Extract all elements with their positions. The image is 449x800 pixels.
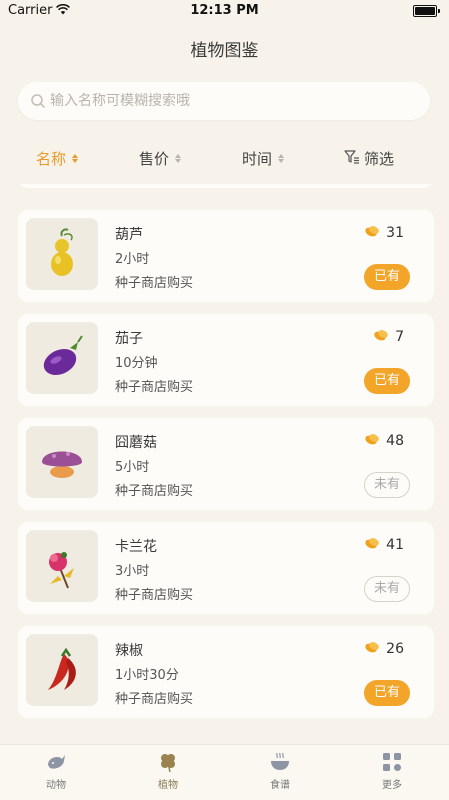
tab-animals[interactable]: 动物: [26, 751, 86, 791]
page-title: 植物图鉴: [190, 41, 259, 61]
search-bar[interactable]: [18, 82, 430, 120]
plant-price: 7: [373, 328, 404, 346]
grow-duration: 3小时: [115, 564, 150, 579]
sort-price-label: 售价: [139, 150, 170, 168]
plant-name: 茄子: [115, 331, 143, 347]
coin-icon: [364, 432, 380, 450]
mushroom-icon: [26, 426, 98, 498]
grow-duration: 2小时: [115, 252, 150, 267]
plant-name: 葫芦: [115, 227, 143, 243]
search-icon: [30, 93, 46, 113]
price-value: 26: [386, 641, 404, 657]
tab-label: 更多: [382, 780, 402, 791]
tab-label: 植物: [158, 780, 178, 791]
sort-by-name[interactable]: 名称: [36, 148, 79, 169]
plant-price: 31: [364, 224, 404, 242]
eggplant-icon: [26, 322, 98, 394]
tab-more[interactable]: 更多: [362, 751, 422, 791]
coin-icon: [364, 536, 380, 554]
chili-icon: [26, 634, 98, 706]
grow-duration: 1小时30分: [115, 668, 179, 683]
sort-arrows-icon: [72, 154, 79, 163]
tab-label: 动物: [46, 780, 66, 791]
sort-time-label: 时间: [242, 150, 273, 168]
plant-source: 种子商店购买: [115, 588, 194, 603]
gourd-icon: [26, 218, 98, 290]
plant-name: 辣椒: [115, 643, 143, 659]
owned-status-button[interactable]: 已有: [364, 368, 410, 394]
plant-name: 卡兰花: [115, 539, 157, 555]
sort-bar: 名称 售价 时间 筛选: [0, 140, 449, 180]
tab-plants[interactable]: 植物: [138, 751, 198, 791]
price-value: 31: [386, 225, 404, 241]
not-owned-status-button[interactable]: 未有: [364, 472, 410, 498]
plant-card[interactable]: 葫芦 2小时 种子商店购买 31 已有: [18, 210, 434, 302]
coin-icon: [364, 224, 380, 242]
not-owned-status-button[interactable]: 未有: [364, 576, 410, 602]
plant-price: 48: [364, 432, 404, 450]
bowl-icon: [269, 751, 291, 773]
plant-list: 葫芦 2小时 种子商店购买 31 已有 茄子 10分钟 种子商店购买 7 已有 …: [0, 184, 449, 744]
filter-label: 筛选: [364, 150, 395, 168]
flower-icon: [26, 530, 98, 602]
sort-arrows-icon: [278, 154, 285, 163]
coin-icon: [364, 640, 380, 658]
tab-bar: 动物 植物 食谱 更多: [0, 744, 449, 800]
clover-icon: [157, 751, 179, 773]
plant-price: 26: [364, 640, 404, 658]
whale-icon: [45, 751, 67, 773]
tab-label: 食谱: [270, 780, 290, 791]
plant-source: 种子商店购买: [115, 692, 194, 707]
search-input[interactable]: [50, 82, 410, 120]
plant-name: 囧蘑菇: [115, 435, 157, 451]
sort-arrows-icon: [175, 154, 182, 163]
tab-recipes[interactable]: 食谱: [250, 751, 310, 791]
plant-source: 种子商店购买: [115, 276, 194, 291]
price-value: 48: [386, 433, 404, 449]
filter-icon: [344, 149, 360, 168]
battery-icon: [413, 5, 440, 17]
grow-duration: 5小时: [115, 460, 150, 475]
grid-icon: [381, 751, 403, 773]
list-item-partial: [18, 184, 434, 188]
owned-status-button[interactable]: 已有: [364, 264, 410, 290]
coin-icon: [373, 328, 389, 346]
price-value: 41: [386, 537, 404, 553]
sort-by-time[interactable]: 时间: [242, 148, 285, 169]
sort-by-price[interactable]: 售价: [139, 148, 182, 169]
price-value: 7: [395, 329, 404, 345]
grow-duration: 10分钟: [115, 356, 158, 371]
owned-status-button[interactable]: 已有: [364, 680, 410, 706]
plant-card[interactable]: 辣椒 1小时30分 种子商店购买 26 已有: [18, 626, 434, 718]
plant-source: 种子商店购买: [115, 484, 194, 499]
sort-name-label: 名称: [36, 150, 67, 168]
plant-source: 种子商店购买: [115, 380, 194, 395]
plant-card[interactable]: 茄子 10分钟 种子商店购买 7 已有: [18, 314, 434, 406]
clock: 12:13 PM: [190, 3, 259, 18]
plant-card[interactable]: 囧蘑菇 5小时 种子商店购买 48 未有: [18, 418, 434, 510]
plant-price: 41: [364, 536, 404, 554]
plant-card[interactable]: 卡兰花 3小时 种子商店购买 41 未有: [18, 522, 434, 614]
filter-button[interactable]: 筛选: [344, 148, 394, 169]
plant-guide-screen: Carrier 12:13 PM 植物图鉴 名称 售价 时间: [0, 0, 449, 800]
status-bar: Carrier 12:13 PM: [0, 0, 449, 22]
